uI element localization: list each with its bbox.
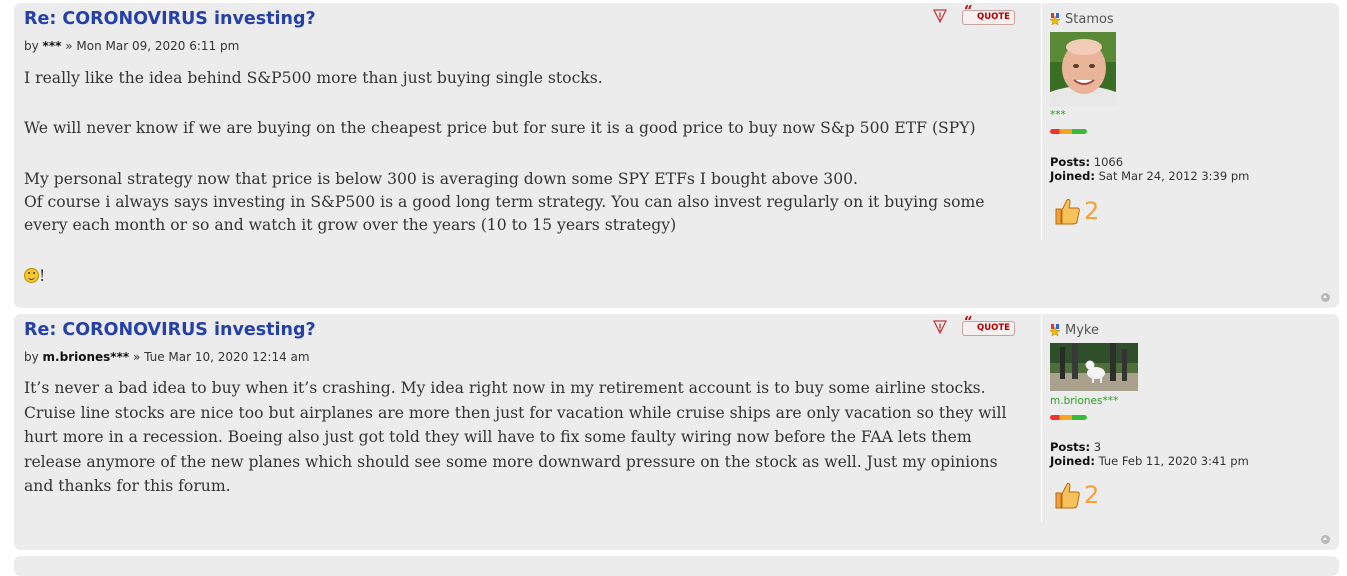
post-author-link[interactable]: ***	[43, 39, 62, 53]
thumbs-up-icon	[1055, 198, 1080, 225]
post-partial	[14, 556, 1339, 576]
report-icon[interactable]	[933, 320, 947, 334]
post-date: Tue Mar 10, 2020 12:14 am	[144, 350, 310, 364]
post-byline: by *** » Mon Mar 09, 2020 6:11 pm	[24, 39, 239, 53]
post: Re: CORONOVIRUS investing? by *** » Mon …	[14, 3, 1339, 308]
smiley-line: !	[24, 265, 45, 288]
quote-button[interactable]: “ QUOTE	[962, 315, 1015, 336]
post-profile: Stamos *** Posts: 1066 Joined: Sat Mar 2…	[1041, 3, 1340, 240]
rank-star-icon	[1049, 13, 1061, 25]
back-to-top-icon[interactable]	[1321, 535, 1330, 544]
quote-label: QUOTE	[977, 323, 1010, 333]
avatar[interactable]	[1050, 32, 1116, 106]
posts-label: Posts:	[1050, 155, 1091, 169]
post-paragraph: I really like the idea behind S&P500 mor…	[24, 69, 603, 87]
avatar-image	[1050, 32, 1116, 106]
reputation-bar	[1050, 129, 1087, 134]
trailing-text: !	[39, 267, 46, 285]
posts-count-link[interactable]: 1066	[1094, 155, 1123, 169]
quote-icon: “	[964, 2, 973, 20]
joined-label: Joined:	[1050, 454, 1095, 468]
rank-title: ***	[1050, 109, 1066, 121]
quote-button[interactable]: “ QUOTE	[962, 4, 1015, 25]
avatar[interactable]	[1050, 343, 1138, 391]
joined-label: Joined:	[1050, 169, 1095, 183]
post-paragraph: every each month or so and watch it grow…	[24, 216, 677, 234]
post-profile: Myke m.briones*** Posts: 3 Joined: Tue F…	[1041, 314, 1340, 522]
profile-stats: Posts: 3 Joined: Tue Feb 11, 2020 3:41 p…	[1050, 440, 1249, 468]
by-prefix: by	[24, 39, 39, 53]
by-prefix: by	[24, 350, 39, 364]
post-byline: by m.briones*** » Tue Mar 10, 2020 12:14…	[24, 350, 310, 364]
quote-icon: “	[964, 313, 973, 331]
smiley-icon	[24, 268, 39, 283]
quote-label: QUOTE	[977, 12, 1010, 22]
likes-count: 2	[1084, 197, 1100, 225]
thumbs-up-icon	[1055, 482, 1080, 509]
posts-label: Posts:	[1050, 440, 1091, 454]
date-separator: »	[65, 39, 73, 53]
post-date: Mon Mar 09, 2020 6:11 pm	[76, 39, 240, 53]
post-author-link[interactable]: m.briones***	[43, 350, 130, 364]
post-paragraph: My personal strategy now that price is b…	[24, 170, 859, 188]
joined-date: Sat Mar 24, 2012 3:39 pm	[1098, 169, 1250, 183]
report-icon[interactable]	[933, 9, 947, 23]
post-paragraph: We will never know if we are buying on t…	[24, 119, 976, 137]
profile-stats: Posts: 1066 Joined: Sat Mar 24, 2012 3:3…	[1050, 155, 1249, 183]
reputation-bar	[1050, 415, 1087, 420]
joined-date: Tue Feb 11, 2020 3:41 pm	[1098, 454, 1249, 468]
profile-username-link[interactable]: Myke	[1065, 323, 1099, 338]
profile-username-link[interactable]: Stamos	[1065, 12, 1114, 27]
posts-count-link[interactable]: 3	[1094, 440, 1101, 454]
rank-title: m.briones***	[1050, 395, 1119, 407]
date-separator: »	[132, 350, 141, 364]
back-to-top-icon[interactable]	[1321, 293, 1330, 302]
avatar-image	[1050, 343, 1138, 391]
post-content: It’s never a bad idea to buy when it’s c…	[24, 376, 1014, 499]
likes-received: 2	[1052, 480, 1099, 510]
post-paragraph: Of course i always says investing in S&P…	[24, 193, 985, 211]
likes-received: 2	[1052, 196, 1099, 226]
likes-count: 2	[1084, 481, 1100, 509]
post-paragraph: It’s never a bad idea to buy when it’s c…	[24, 379, 1007, 496]
post: Re: CORONOVIRUS investing? by m.briones*…	[14, 314, 1339, 550]
post-title-link[interactable]: Re: CORONOVIRUS investing?	[24, 320, 316, 340]
post-title-link[interactable]: Re: CORONOVIRUS investing?	[24, 9, 316, 29]
rank-star-icon	[1049, 324, 1061, 336]
